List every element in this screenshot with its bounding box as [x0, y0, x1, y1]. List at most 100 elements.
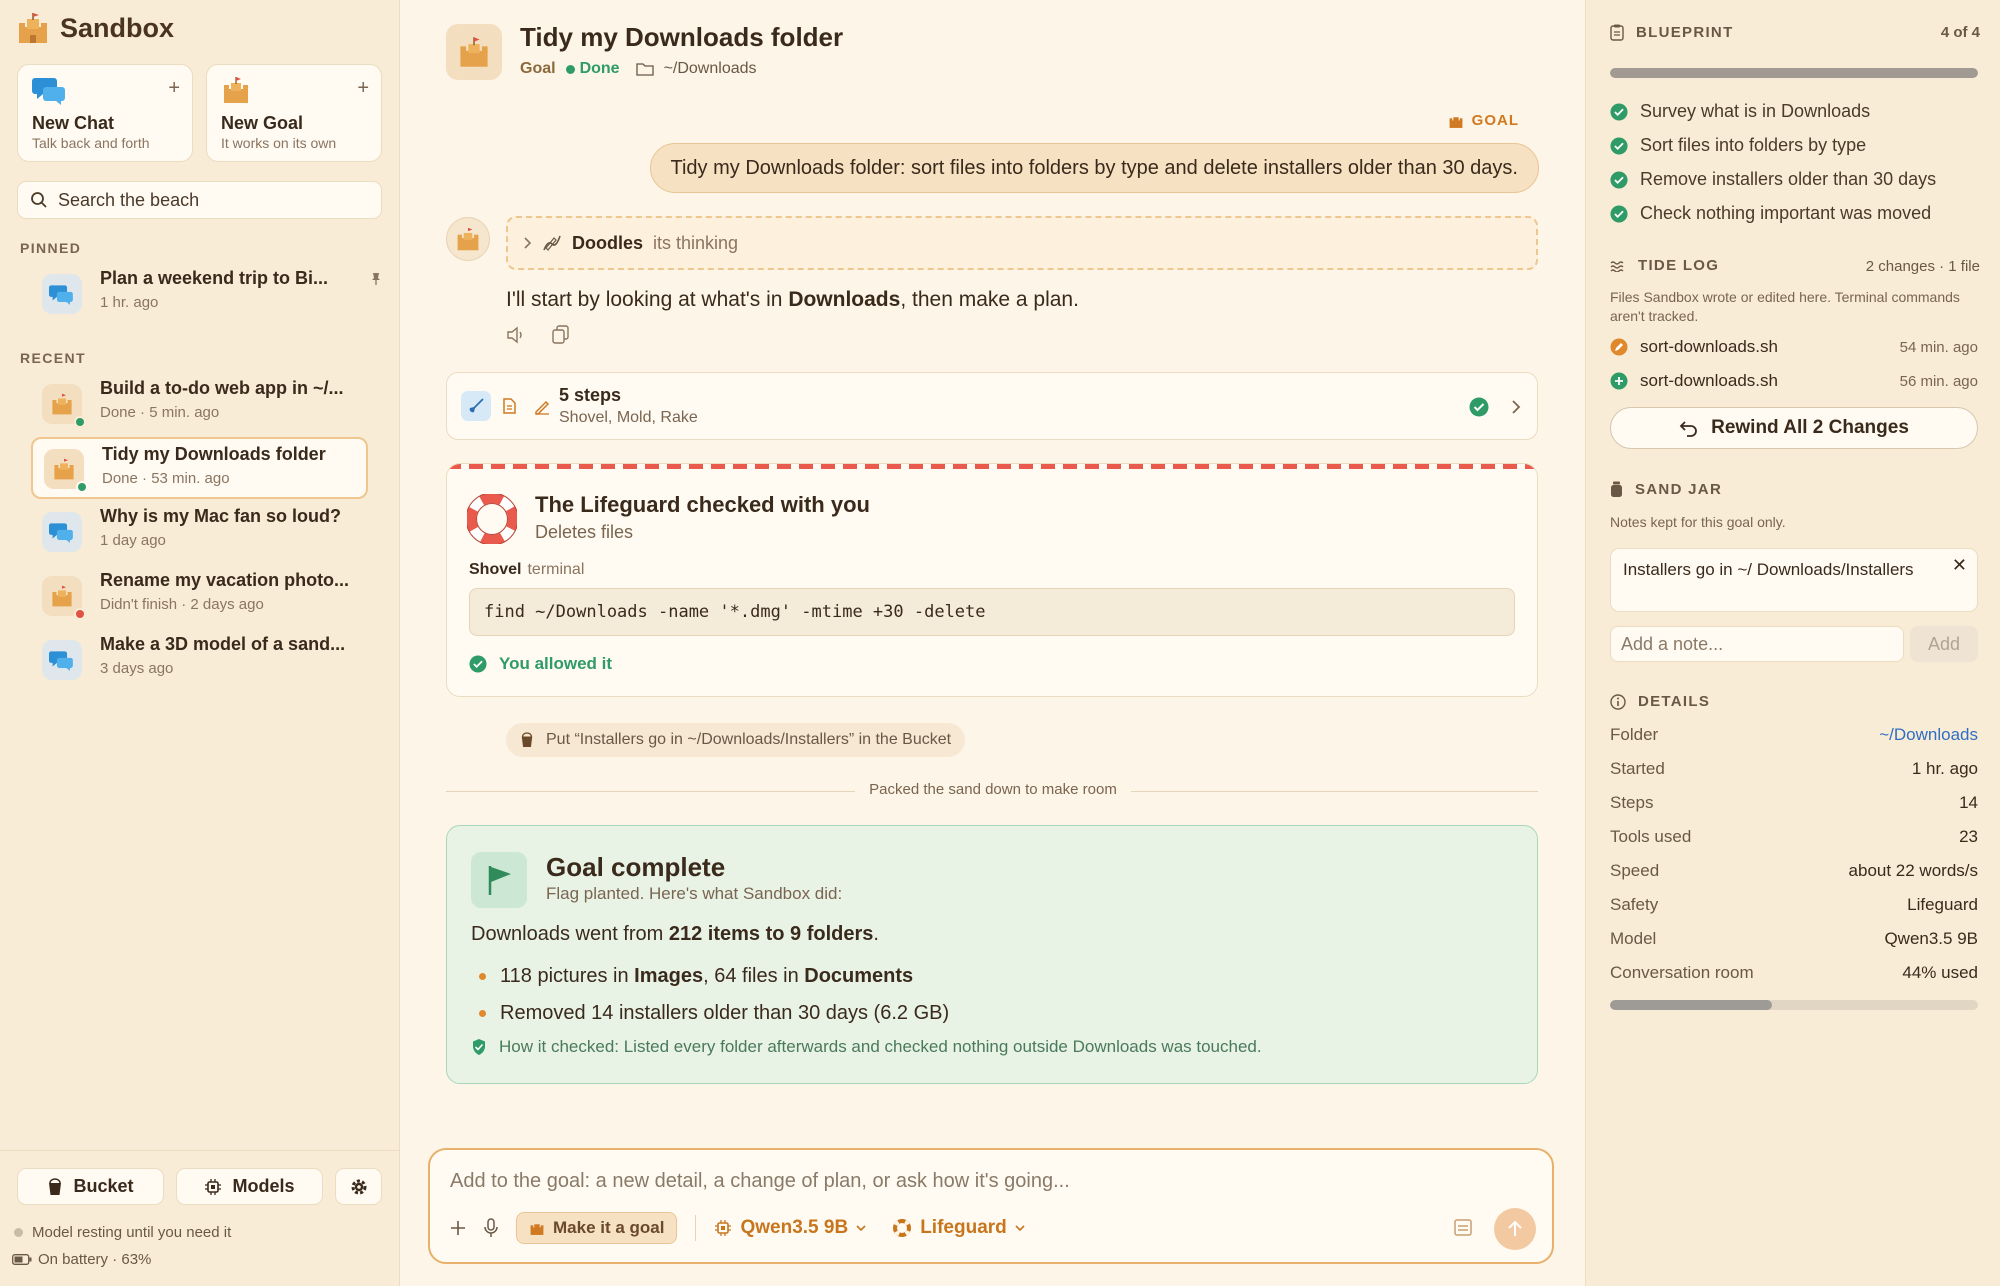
- plus-icon: +: [357, 77, 369, 99]
- sandcastle-icon: [457, 227, 479, 251]
- chevron-down-icon: [1015, 1225, 1025, 1232]
- new-chat-button[interactable]: + New Chat Talk back and forth: [17, 64, 193, 162]
- sandcastle-icon: [530, 1224, 544, 1235]
- sidebar-item-todo-app[interactable]: Build a to-do web app in ~/... Done · 5 …: [30, 376, 368, 432]
- safety-selector[interactable]: Lifeguard: [892, 1217, 1025, 1239]
- sidebar-item-mac-fan[interactable]: Why is my Mac fan so loud? 1 day ago: [30, 504, 368, 560]
- reply-text: , then make a plan.: [900, 288, 1079, 311]
- clipboard-icon: [1610, 24, 1624, 41]
- detail-value: about 22 words/s: [1848, 861, 1978, 880]
- bucket-note-text: Put “Installers go in ~/Downloads/Instal…: [546, 731, 952, 748]
- new-chat-subtitle: Talk back and forth: [32, 135, 150, 151]
- detail-row-model: Model Qwen3.5 9B: [1610, 929, 1978, 949]
- tool-kind: terminal: [527, 561, 585, 578]
- reply-bold: Downloads: [788, 288, 901, 311]
- sidebar-item-3d-model[interactable]: Make a 3D model of a sand... 3 days ago: [30, 632, 368, 688]
- detail-folder-link[interactable]: ~/Downloads: [1879, 725, 1978, 745]
- blueprint-label: BLUEPRINT: [1636, 24, 1734, 41]
- app-brand: Sandbox: [16, 8, 174, 48]
- chat-meta: 3 days ago: [100, 660, 174, 677]
- chat-title: Build a to-do web app in ~/...: [100, 378, 344, 398]
- composer-input[interactable]: Add to the goal: a new detail, a change …: [450, 1170, 1070, 1193]
- entry-time: 56 min. ago: [1899, 372, 1978, 390]
- make-goal-toggle[interactable]: Make it a goal: [516, 1212, 678, 1244]
- check-circle-icon: [1610, 102, 1628, 121]
- detail-key: Steps: [1610, 793, 1654, 812]
- rewind-all-button[interactable]: Rewind All 2 Changes: [1610, 407, 1978, 449]
- models-label: Models: [232, 1176, 295, 1196]
- detail-key: Model: [1610, 929, 1657, 948]
- header-meta: Goal Done ~/Downloads: [520, 60, 757, 78]
- info-icon: [1610, 693, 1626, 710]
- models-button[interactable]: Models: [176, 1168, 323, 1205]
- model-selector[interactable]: Qwen3.5 9B: [714, 1217, 866, 1239]
- blueprint-item: Survey what is in Downloads: [1610, 101, 1870, 122]
- lifeguard-card: The Lifeguard checked with you Deletes f…: [446, 463, 1538, 697]
- detail-key: Conversation room: [1610, 963, 1754, 982]
- send-button[interactable]: [1494, 1208, 1536, 1250]
- sidebar: Sandbox + New Chat Talk back and forth +…: [0, 0, 400, 1286]
- status-dot-idle: [14, 1228, 23, 1237]
- microphone-icon[interactable]: [484, 1218, 498, 1238]
- conversation-room-fill: [1610, 1000, 1772, 1010]
- chat-bubbles-icon: [49, 285, 73, 305]
- pinned-section-label: PINNED: [20, 240, 82, 256]
- thinking-disclosure[interactable]: Doodles its thinking: [506, 216, 1538, 270]
- model-selector-label: Qwen3.5 9B: [740, 1217, 849, 1238]
- sandcastle-icon: [460, 37, 488, 67]
- complete-subtitle: Flag planted. Here's what Sandbox did:: [546, 884, 843, 903]
- sandcastle-icon: [54, 458, 74, 480]
- rewind-icon: [1679, 421, 1697, 437]
- check-circle-icon: [1610, 204, 1628, 223]
- bucket-button[interactable]: Bucket: [17, 1168, 164, 1205]
- copy-icon[interactable]: [552, 325, 570, 345]
- search-input[interactable]: Search the beach: [17, 181, 382, 219]
- sidebar-item-tidy-downloads[interactable]: Tidy my Downloads folder Done · 53 min. …: [31, 437, 368, 499]
- goal-complete-card: Goal complete Flag planted. Here's what …: [446, 825, 1538, 1084]
- goal-folder[interactable]: ~/Downloads: [664, 60, 757, 78]
- sandcastle-icon: [221, 75, 251, 110]
- note-text: Installers go in ~/ Downloads/Installers: [1623, 560, 1914, 579]
- new-goal-button[interactable]: + New Goal It works on its own: [206, 64, 382, 162]
- chat-title: Rename my vacation photo...: [100, 570, 350, 590]
- close-icon[interactable]: ✕: [1952, 555, 1967, 576]
- speaker-icon[interactable]: [506, 325, 526, 345]
- plus-icon[interactable]: [450, 1220, 466, 1236]
- goal-tag-label: GOAL: [1471, 112, 1519, 129]
- page-title: Tidy my Downloads folder: [520, 22, 844, 52]
- chat-meta: 1 hr. ago: [100, 294, 159, 311]
- tide-log-entry[interactable]: sort-downloads.sh 54 min. ago: [1610, 337, 1978, 357]
- add-note-button[interactable]: Add: [1910, 626, 1978, 662]
- detail-value: Lifeguard: [1907, 895, 1978, 914]
- arrow-up-icon: [1508, 1220, 1522, 1236]
- plus-icon: +: [168, 77, 180, 99]
- chat-title: Plan a weekend trip to Bi...: [100, 268, 329, 288]
- file-name: sort-downloads.sh: [1640, 371, 1778, 390]
- blueprint-item-label: Remove installers older than 30 days: [1640, 169, 1937, 189]
- chat-meta: 1 day ago: [100, 532, 166, 549]
- tray-icon[interactable]: [1452, 1216, 1474, 1243]
- battery-icon: [12, 1254, 32, 1265]
- status-dot-done: [74, 416, 86, 428]
- detail-row-safety: Safety Lifeguard: [1610, 895, 1978, 915]
- sand-jar-entry: Installers go in ~/ Downloads/Installers…: [1610, 548, 1978, 612]
- blueprint-item: Check nothing important was moved: [1610, 203, 1931, 224]
- sandcastle-logo-icon: [16, 11, 50, 45]
- add-note-input[interactable]: Add a note...: [1610, 626, 1904, 662]
- bullet-text: , 64 files in: [703, 965, 805, 987]
- tide-log-header: TIDE LOG: [1610, 257, 1719, 274]
- goal-tag: GOAL: [1448, 112, 1519, 129]
- lifeguard-title: The Lifeguard checked with you: [535, 492, 870, 517]
- compaction-text: Packed the sand down to make room: [855, 781, 1131, 798]
- sidebar-item-pinned-trip[interactable]: Plan a weekend trip to Bi... 1 hr. ago: [30, 266, 380, 322]
- composer[interactable]: Add to the goal: a new detail, a change …: [428, 1148, 1554, 1264]
- sidebar-item-rename-photos[interactable]: Rename my vacation photo... Didn't finis…: [30, 568, 368, 624]
- blueprint-progress: [1610, 68, 1978, 78]
- settings-button[interactable]: [335, 1168, 382, 1205]
- list-item: 118 pictures in Images, 64 files in Docu…: [471, 958, 949, 995]
- blueprint-item-label: Check nothing important was moved: [1640, 203, 1932, 223]
- tide-log-entry[interactable]: sort-downloads.sh 56 min. ago: [1610, 371, 1978, 391]
- file-name: sort-downloads.sh: [1640, 337, 1778, 356]
- bucket-label: Bucket: [73, 1176, 134, 1196]
- steps-summary[interactable]: 5 steps Shovel, Mold, Rake: [446, 372, 1538, 440]
